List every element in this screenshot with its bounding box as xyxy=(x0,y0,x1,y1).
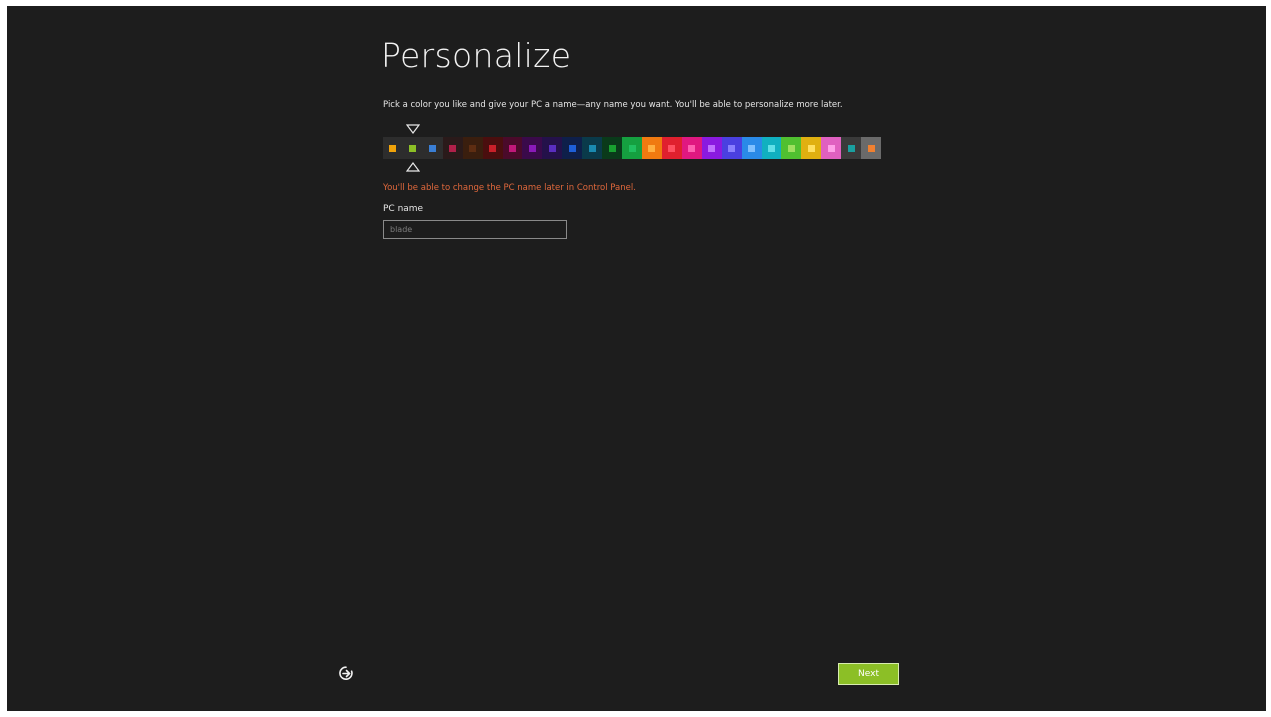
color-swatch[interactable] xyxy=(482,137,503,159)
color-swatch-accent xyxy=(429,144,437,152)
pc-name-input[interactable] xyxy=(383,220,567,239)
color-swatch-accent xyxy=(807,144,815,152)
color-swatch[interactable] xyxy=(661,137,682,159)
instructions-text: Pick a color you like and give your PC a… xyxy=(383,100,843,110)
pc-name-note: You'll be able to change the PC name lat… xyxy=(383,183,636,193)
page-title: Personalize xyxy=(381,36,572,75)
color-swatch-accent xyxy=(847,144,855,152)
color-swatch[interactable] xyxy=(602,137,623,159)
color-swatch[interactable] xyxy=(462,137,483,159)
color-swatch[interactable] xyxy=(542,137,563,159)
color-swatch[interactable] xyxy=(781,137,802,159)
color-swatch[interactable] xyxy=(442,137,463,159)
color-swatch[interactable] xyxy=(721,137,742,159)
color-swatch-accent xyxy=(528,144,536,152)
color-swatch-accent xyxy=(748,144,756,152)
color-swatch[interactable] xyxy=(741,137,762,159)
color-swatch[interactable] xyxy=(761,137,782,159)
color-swatch-accent xyxy=(449,144,457,152)
color-swatch-accent xyxy=(409,144,417,152)
color-swatch[interactable] xyxy=(701,137,722,159)
color-swatch-accent xyxy=(508,144,516,152)
color-swatch[interactable] xyxy=(402,137,423,159)
color-swatch-accent xyxy=(688,144,696,152)
color-swatch-accent xyxy=(389,144,397,152)
color-swatch[interactable] xyxy=(801,137,822,159)
color-swatch[interactable] xyxy=(841,137,862,159)
color-swatch[interactable] xyxy=(861,137,882,159)
color-picker[interactable] xyxy=(383,124,882,172)
next-button[interactable]: Next xyxy=(838,663,899,685)
color-swatch[interactable] xyxy=(582,137,603,159)
color-swatch-accent xyxy=(787,144,795,152)
color-swatch-accent xyxy=(708,144,716,152)
color-swatch-accent xyxy=(469,144,477,152)
color-swatch-accent xyxy=(588,144,596,152)
color-swatch[interactable] xyxy=(681,137,702,159)
color-swatch-accent xyxy=(827,144,835,152)
color-swatch-accent xyxy=(628,144,636,152)
color-swatch-accent xyxy=(489,144,497,152)
color-swatch[interactable] xyxy=(422,137,443,159)
color-swatch[interactable] xyxy=(502,137,523,159)
color-swatch-accent xyxy=(648,144,656,152)
color-swatch-accent xyxy=(728,144,736,152)
color-swatch[interactable] xyxy=(641,137,662,159)
pc-name-label: PC name xyxy=(383,204,424,214)
color-swatch-accent xyxy=(668,144,676,152)
ease-of-access-icon[interactable] xyxy=(337,664,355,682)
color-swatch[interactable] xyxy=(383,137,403,159)
color-swatch[interactable] xyxy=(821,137,842,159)
color-swatch[interactable] xyxy=(562,137,583,159)
color-swatch-accent xyxy=(548,144,556,152)
color-swatch-bar[interactable] xyxy=(383,137,882,159)
color-swatch-accent xyxy=(767,144,775,152)
setup-screen: Personalize Pick a color you like and gi… xyxy=(7,6,1266,711)
color-swatch[interactable] xyxy=(622,137,642,159)
color-swatch-accent xyxy=(568,144,576,152)
color-swatch[interactable] xyxy=(522,137,543,159)
color-swatch-accent xyxy=(608,144,616,152)
color-swatch-accent xyxy=(867,144,875,152)
